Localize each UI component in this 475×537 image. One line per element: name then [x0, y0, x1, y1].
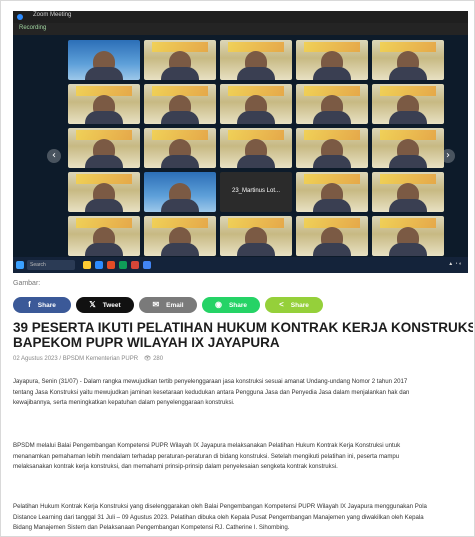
windows-start-icon: [16, 261, 24, 269]
sharethis-button[interactable]: < Share: [265, 297, 323, 313]
article-author: BPSDM Kementerian PUPR: [62, 356, 139, 362]
app-icon: [119, 261, 127, 269]
email-share-button[interactable]: ✉ Email: [139, 297, 197, 313]
zoom-logo-icon: [17, 14, 23, 20]
participant-tile-no-video: 23_Martinus Lot...: [220, 172, 292, 212]
participant-tile: [296, 172, 368, 212]
facebook-share-button[interactable]: f Share: [13, 297, 71, 313]
windows-taskbar: Search ▲ ◔ ◐: [13, 257, 468, 273]
views-icon: 👁: [143, 356, 152, 362]
participant-tile: [296, 84, 368, 124]
zoom-title-bar: Zoom Meeting: [13, 11, 468, 23]
participant-name: 23_Martinus Lot...: [231, 188, 281, 194]
participant-tile: [220, 40, 292, 80]
participant-tile: [372, 40, 444, 80]
participant-tile: [68, 128, 140, 168]
article-paragraph-3: Pelatihan Hukum Kontrak Kerja Konstruksi…: [13, 503, 427, 531]
email-icon: ✉: [152, 300, 160, 309]
article-paragraph-1: Jayapura, Senin (31/07) - Dalam rangka m…: [13, 378, 410, 406]
participant-tile: [68, 40, 140, 80]
zoom-recording-bar: Recording: [13, 23, 468, 35]
participant-tile: [68, 216, 140, 256]
article-meta: 02 Agustus 2023 / BPSDM Kementerian PUPR…: [13, 356, 164, 362]
participant-tile: [144, 128, 216, 168]
zoom-app-icon: [95, 261, 103, 269]
article-paragraph-2: BPSDM melalui Balai Pengembangan Kompete…: [13, 442, 401, 470]
view-count: 280: [153, 356, 164, 362]
participant-tile: [68, 172, 140, 212]
participant-tile: [68, 84, 140, 124]
zoom-window-title: Zoom Meeting: [33, 12, 72, 18]
participant-tile: [296, 216, 368, 256]
recording-label: Recording: [19, 25, 47, 31]
whatsapp-icon: ◉: [214, 300, 222, 309]
participant-tile: [372, 172, 444, 212]
participant-tile: [144, 84, 216, 124]
x-icon: 𝕏: [89, 300, 96, 309]
whatsapp-share-button[interactable]: ◉ Share: [202, 297, 260, 313]
article-title: 39 PESERTA IKUTI PELATIHAN HUKUM KONTRAK…: [13, 320, 473, 350]
facebook-icon: f: [28, 300, 31, 309]
participant-tile: [220, 128, 292, 168]
participant-tile: [296, 40, 368, 80]
app-icon: [131, 261, 139, 269]
participant-tile: [372, 128, 444, 168]
gallery-prev-icon: ‹: [47, 149, 61, 163]
zoom-screenshot-image: Zoom Meeting Recording ‹ › 23_Martinus L…: [13, 11, 468, 273]
participant-tile: [144, 172, 216, 212]
sharethis-icon: <: [279, 300, 284, 309]
folder-icon: [83, 261, 91, 269]
participant-tile: [144, 216, 216, 256]
article-page: Zoom Meeting Recording ‹ › 23_Martinus L…: [0, 0, 475, 537]
participant-tile: [220, 216, 292, 256]
browser-icon: [107, 261, 115, 269]
participant-gallery: 23_Martinus Lot...: [68, 40, 448, 257]
taskbar-search: Search: [27, 260, 75, 270]
app-icon: [143, 261, 151, 269]
participant-tile: [144, 40, 216, 80]
participant-tile: [296, 128, 368, 168]
system-tray: ▲ ◔ ◐: [448, 261, 462, 267]
participant-tile: [220, 84, 292, 124]
article-date: 02 Agustus 2023: [13, 356, 58, 362]
participant-tile: [372, 84, 444, 124]
image-caption: Gambar:: [13, 280, 41, 287]
tweet-button[interactable]: 𝕏 Tweet: [76, 297, 134, 313]
participant-tile: [372, 216, 444, 256]
